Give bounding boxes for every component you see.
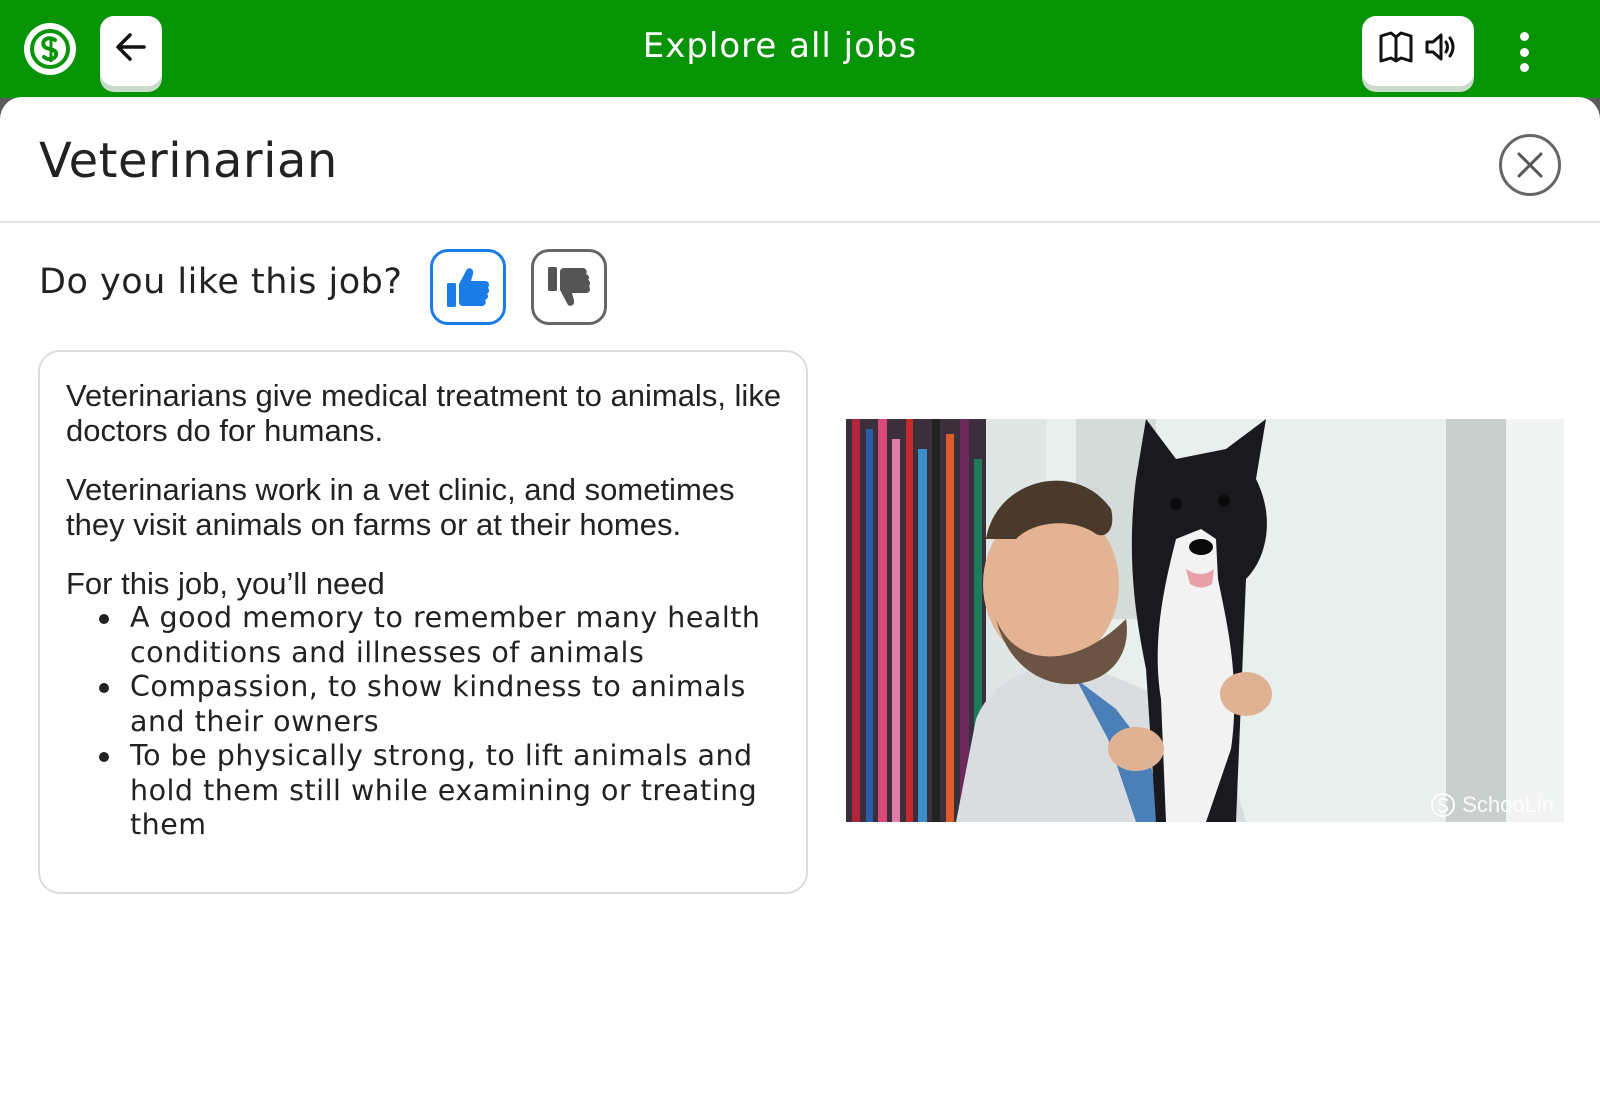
thumbs-up-icon (447, 268, 490, 307)
list-item: Compassion, to show kindness to animals … (66, 670, 782, 739)
top-app-bar: Explore all jobs (0, 0, 1600, 98)
back-button[interactable] (100, 16, 162, 86)
needs-heading: For this job, you’ll need (66, 566, 385, 601)
sheet-header: Veterinarian (0, 97, 1600, 223)
job-title: Veterinarian (39, 133, 338, 189)
book-icon[interactable] (1378, 30, 1414, 64)
thumbs-up-button[interactable] (430, 249, 506, 325)
read-aloud-controls[interactable] (1362, 16, 1474, 86)
page-title: Explore all jobs (642, 26, 918, 66)
image-watermark: SchooLin (1430, 792, 1554, 818)
speaker-icon[interactable] (1424, 30, 1458, 64)
watermark-text: SchooLin (1462, 792, 1554, 817)
schoolinks-logo-icon[interactable] (24, 23, 76, 75)
list-item: A good memory to remember many health co… (66, 601, 782, 670)
like-question: Do you like this job? (39, 262, 403, 302)
job-description-card: Veterinarians give medical treatment to … (38, 350, 808, 894)
thumbs-down-icon (548, 267, 591, 306)
thumbs-down-button[interactable] (531, 249, 607, 325)
arrow-left-icon (116, 33, 146, 61)
description-paragraph: Veterinarians give medical treatment to … (66, 378, 782, 448)
needs-list: A good memory to remember many health co… (66, 601, 782, 843)
close-icon (1517, 152, 1543, 178)
job-photo: SchooLin (846, 419, 1564, 822)
more-vertical-icon[interactable] (1508, 32, 1540, 72)
close-button[interactable] (1499, 134, 1561, 196)
schoolinks-logo-icon (1431, 793, 1456, 817)
description-paragraph: Veterinarians work in a vet clinic, and … (66, 472, 735, 542)
list-item: To be physically strong, to lift animals… (66, 739, 782, 843)
